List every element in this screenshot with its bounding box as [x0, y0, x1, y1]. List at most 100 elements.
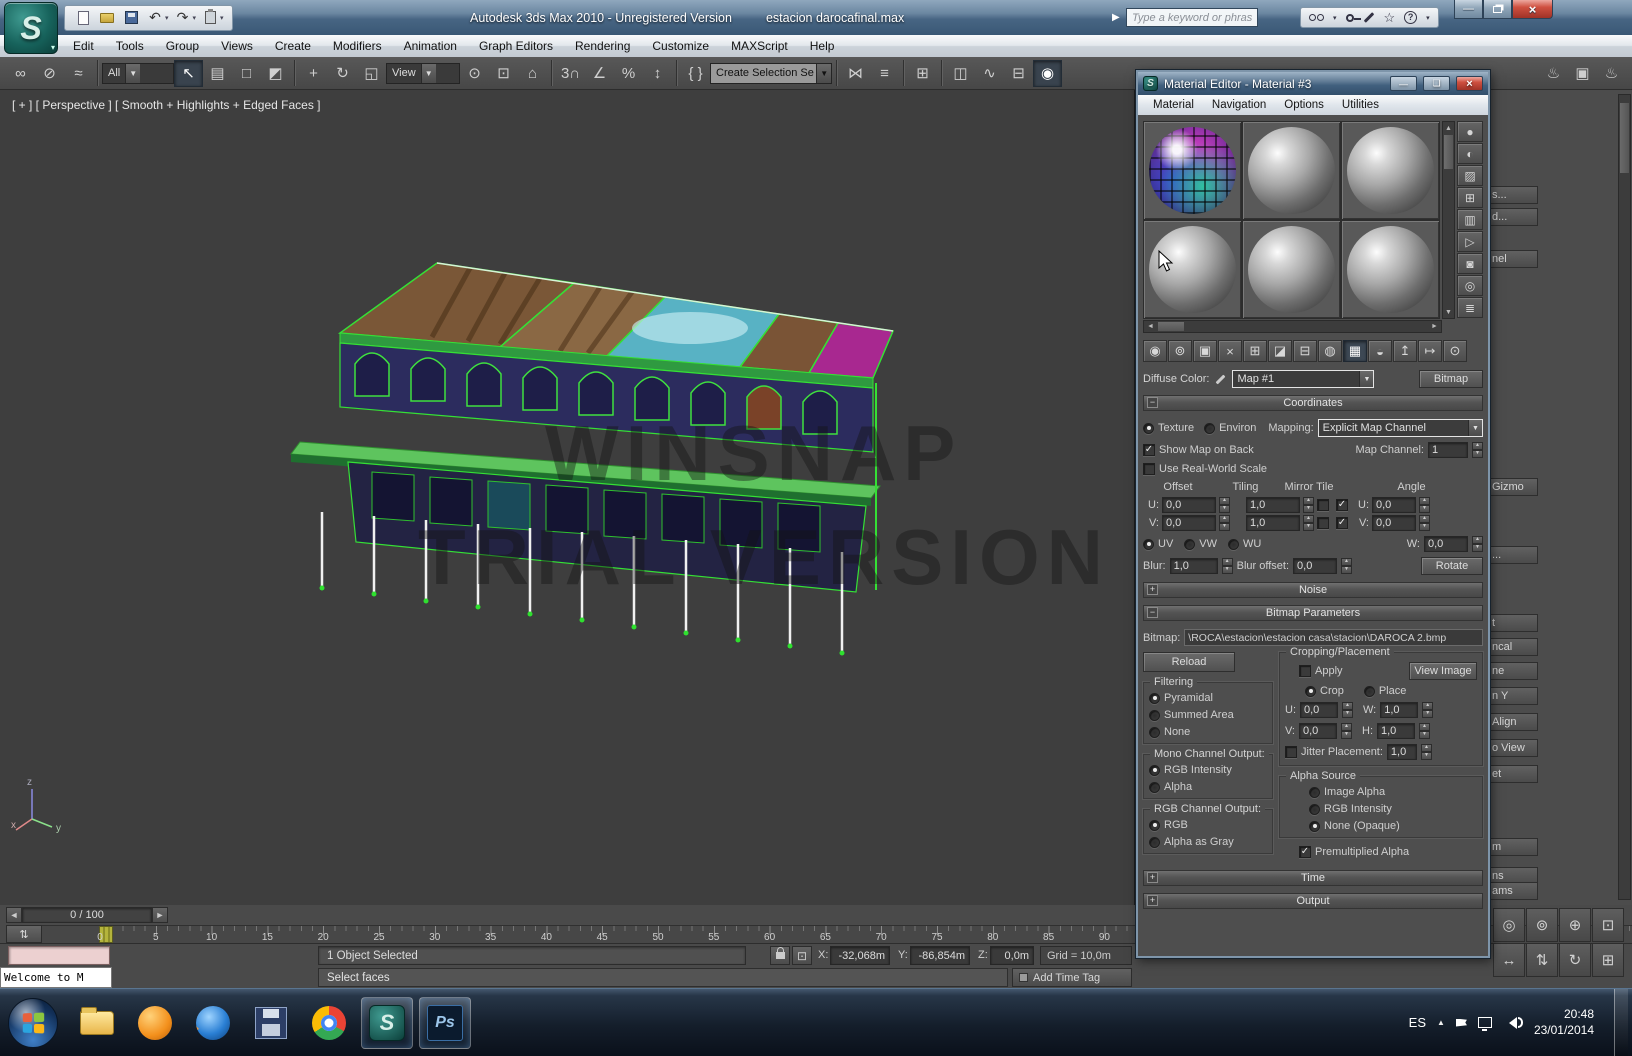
u-tiling-spinner[interactable]: ▲▼ [1303, 497, 1314, 513]
bitmap-parameters-rollout-header[interactable]: −Bitmap Parameters [1143, 605, 1483, 621]
viewport-perspective[interactable]: [ + ] [ Perspective ] [ Smooth + Highlig… [0, 90, 1135, 905]
jitter-placement-checkbox[interactable]: ✓ [1285, 746, 1297, 758]
command-panel-button-fragment[interactable]: nel [1484, 250, 1538, 268]
place-radio[interactable] [1364, 686, 1375, 697]
material-slot-5[interactable] [1242, 220, 1341, 319]
next-frame-button[interactable]: ► [152, 907, 168, 923]
command-panel-button-fragment[interactable]: ne [1484, 662, 1538, 680]
window-crossing-toggle-button[interactable]: ◩ [261, 60, 290, 87]
material-slot-1-active[interactable] [1143, 121, 1242, 220]
toolbar-customize-caret[interactable]: ▾ [220, 14, 224, 22]
add-time-tag-button[interactable]: Add Time Tag [1012, 968, 1132, 987]
material-slot-2[interactable] [1242, 121, 1341, 220]
z-coordinate-field[interactable]: 0,0m [990, 946, 1034, 965]
command-panel-button-fragment[interactable]: s... [1484, 186, 1538, 204]
bitmap-path-button[interactable]: \ROCA\estacion\estacion casa\stacion\DAR… [1184, 629, 1483, 646]
backlight-icon[interactable]: ◐ [1457, 143, 1483, 164]
map-channel-field[interactable]: 1 [1428, 442, 1468, 458]
me-minimize-button[interactable]: — [1390, 76, 1417, 91]
map-channel-spinner[interactable]: ▲▼ [1472, 442, 1483, 458]
viewport-label[interactable]: [ + ] [ Perspective ] [ Smooth + Highlig… [12, 98, 321, 112]
menu-rendering[interactable]: Rendering [564, 35, 641, 57]
command-panel-button-fragment[interactable]: Gizmo [1484, 478, 1538, 496]
infocenter-expand-icon[interactable]: ▶ [1112, 12, 1120, 23]
vw-radio[interactable] [1184, 539, 1195, 550]
assign-material-to-selection-icon[interactable]: ▣ [1193, 340, 1217, 362]
me-close-button[interactable]: × [1456, 76, 1483, 91]
taskbar-explorer-button[interactable] [71, 997, 123, 1049]
reload-button[interactable]: Reload [1143, 652, 1235, 672]
view-image-button[interactable]: View Image [1409, 662, 1477, 680]
crop-v-field[interactable]: 0,0 [1299, 723, 1337, 739]
application-menu-button[interactable]: S▾ [4, 2, 58, 54]
redo-dropdown-caret[interactable]: ▾ [193, 14, 197, 22]
help-caret-icon[interactable]: ▾ [1426, 14, 1430, 22]
fetch-button[interactable] [200, 8, 220, 28]
command-panel-button-fragment[interactable]: d... [1484, 208, 1538, 226]
time-slider-display[interactable]: 0 / 100 [22, 907, 152, 923]
menu-group[interactable]: Group [155, 35, 210, 57]
alpha-rgb-intensity-radio[interactable] [1309, 804, 1320, 815]
mapping-dropdown[interactable]: Explicit Map Channel▼ [1318, 419, 1483, 437]
output-rollout-header[interactable]: +Output [1143, 893, 1483, 909]
v-angle-spinner[interactable]: ▲▼ [1419, 515, 1430, 531]
macro-recorder-pane[interactable] [8, 946, 110, 965]
action-center-flag-icon[interactable] [1456, 1019, 1467, 1027]
material-id-channel-icon[interactable]: ◍ [1318, 340, 1342, 362]
menu-animation[interactable]: Animation [393, 35, 468, 57]
me-menu-options[interactable]: Options [1275, 99, 1333, 111]
blur-offset-spinner[interactable]: ▲▼ [1341, 558, 1352, 574]
network-icon[interactable] [1478, 1017, 1492, 1028]
zoom-all-button[interactable]: ⊚ [1526, 908, 1558, 942]
search-binoculars-icon[interactable] [1309, 14, 1324, 21]
material-map-navigator-icon[interactable]: ≣ [1457, 297, 1483, 318]
walk-through-button[interactable]: ⇅ [1526, 943, 1558, 977]
bind-to-space-warp-button[interactable]: ≈ [64, 60, 93, 87]
command-panel-button-fragment[interactable]: ncal [1484, 638, 1538, 656]
keyboard-shortcut-override-button[interactable]: ⌂ [518, 60, 547, 87]
eyedropper-icon[interactable] [1214, 373, 1227, 386]
close-button[interactable]: × [1512, 0, 1553, 19]
redo-button[interactable]: ↷ [173, 8, 193, 28]
wu-radio[interactable] [1228, 539, 1239, 550]
menu-customize[interactable]: Customize [641, 35, 720, 57]
crop-v-spinner[interactable]: ▲▼ [1341, 723, 1352, 739]
help-icon[interactable]: ? [1404, 11, 1417, 24]
render-setup-button[interactable]: ♨ [1539, 60, 1568, 87]
curve-editor-button[interactable]: ∿ [975, 60, 1004, 87]
open-file-button[interactable] [97, 8, 117, 28]
select-and-rotate-button[interactable]: ↻ [328, 60, 357, 87]
crop-w-spinner[interactable]: ▲▼ [1422, 702, 1433, 718]
uv-radio[interactable] [1143, 539, 1154, 550]
v-tiling-field[interactable]: 1,0 [1246, 515, 1300, 531]
u-tiling-field[interactable]: 1,0 [1246, 497, 1300, 513]
u-angle-spinner[interactable]: ▲▼ [1419, 497, 1430, 513]
named-selection-sets-dropdown[interactable]: Create Selection Se▼ [710, 63, 832, 84]
communication-pencil-icon[interactable] [1363, 12, 1374, 23]
crop-radio[interactable] [1305, 686, 1316, 697]
rotate-button[interactable]: Rotate [1421, 557, 1483, 575]
render-production-button[interactable]: ♨ [1597, 60, 1626, 87]
v-offset-field[interactable]: 0,0 [1162, 515, 1216, 531]
taskbar-clock[interactable]: 20:48 23/01/2014 [1534, 1007, 1594, 1038]
texture-radio[interactable] [1143, 423, 1154, 434]
crop-h-field[interactable]: 1,0 [1377, 723, 1415, 739]
schematic-view-button[interactable]: ⊟ [1004, 60, 1033, 87]
slots-horizontal-scrollbar[interactable]: ◄► [1143, 320, 1442, 333]
maxscript-mini-listener[interactable]: Welcome to M [0, 967, 112, 988]
put-to-library-icon[interactable]: ⊟ [1293, 340, 1317, 362]
taskbar-save-tool-button[interactable] [245, 997, 297, 1049]
material-slot-4[interactable] [1143, 220, 1242, 319]
material-editor-options-icon[interactable]: ◙ [1457, 253, 1483, 274]
u-angle-field[interactable]: 0,0 [1372, 497, 1416, 513]
favorites-star-icon[interactable]: ☆ [1384, 11, 1396, 24]
subscription-key-icon[interactable] [1346, 14, 1354, 22]
filtering-none-radio[interactable] [1149, 727, 1160, 738]
menu-modifiers[interactable]: Modifiers [322, 35, 393, 57]
tray-overflow-icon[interactable]: ▲ [1437, 1018, 1445, 1027]
command-panel-button-fragment[interactable]: et [1484, 765, 1538, 783]
menu-tools[interactable]: Tools [105, 35, 155, 57]
make-preview-icon[interactable]: ▷ [1457, 231, 1483, 252]
apply-checkbox[interactable]: ✓ [1299, 665, 1311, 677]
maximize-viewport-toggle-button[interactable]: ⊞ [1592, 943, 1624, 977]
